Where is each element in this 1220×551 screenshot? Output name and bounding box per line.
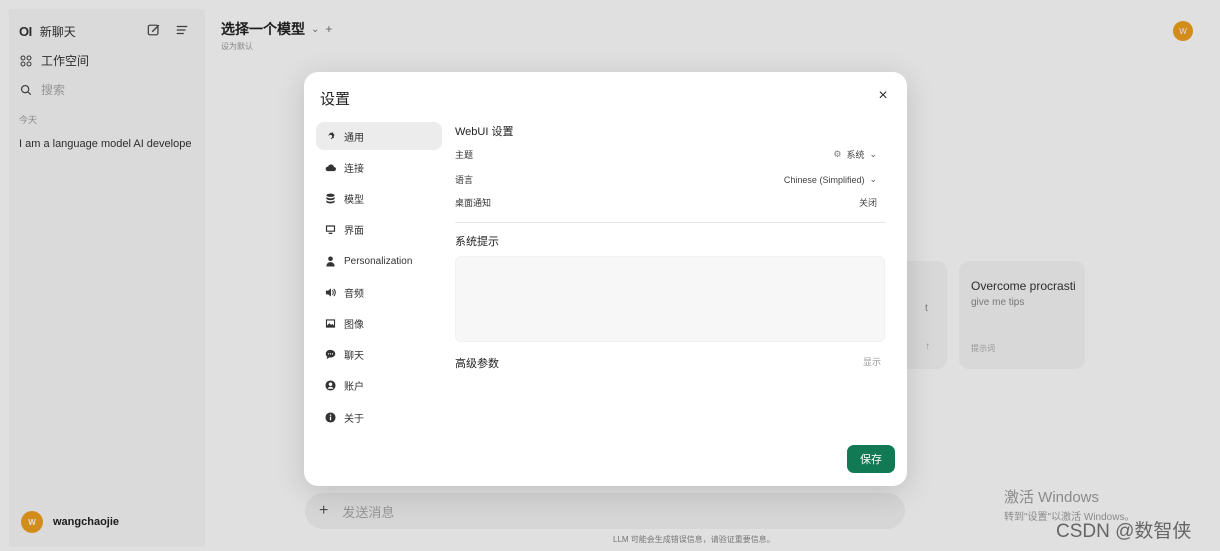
advanced-params-row: 高级参数 显示 [455,355,885,371]
tab-personalization[interactable]: Personalization [316,247,442,275]
tab-about[interactable]: 关于 [316,403,442,431]
tab-label: 聊天 [344,350,364,362]
advanced-params-title: 高级参数 [455,358,499,370]
tab-interface[interactable]: 界面 [316,215,442,243]
tab-images[interactable]: 图像 [316,309,442,337]
tab-label: 界面 [344,225,364,237]
tab-label: Personalization [344,255,413,267]
speaker-icon [325,287,336,297]
theme-value: 系统 [846,150,865,160]
person-icon [326,255,335,267]
theme-row: 主题 ⚙ 系统 ⌄ [455,148,885,161]
tab-label: 音频 [344,288,364,300]
tab-label: 关于 [344,413,364,425]
system-prompt-textarea[interactable] [455,256,885,342]
system-prompt-title: 系统提示 [455,236,499,248]
chevron-down-icon: ⌄ [869,174,877,184]
tab-label: 通用 [344,132,364,144]
tab-models[interactable]: 模型 [316,184,442,212]
modal-title: 设置 [320,91,351,108]
webui-settings-title: WebUI 设置 [455,126,514,138]
language-value: Chinese (Simplified) [783,174,865,185]
tab-label: 账户 [344,381,364,393]
gear-icon [328,130,335,139]
language-select[interactable]: Chinese (Simplified) ⌄ [784,174,885,185]
theme-select[interactable]: ⚙ 系统 ⌄ [833,148,885,161]
user-circle-icon [325,379,336,391]
info-icon [325,411,336,423]
tab-label: 模型 [344,194,364,206]
monitor-icon [325,224,336,234]
theme-label: 主题 [455,150,474,160]
chat-bubble-icon [325,349,336,359]
watermark-title: 激活 Windows [1004,489,1100,506]
tab-audio[interactable]: 音频 [316,278,442,306]
settings-modal: 设置 × 通用 连接 模型 界面 Personalization 音频 图像 聊… [304,72,907,486]
tab-label: 图像 [344,319,364,331]
gear-icon: ⚙ [833,149,842,159]
tab-label: 连接 [344,163,364,175]
save-button[interactable]: 保存 [847,445,895,473]
divider [455,222,885,223]
chevron-down-icon: ⌄ [869,149,877,159]
language-row: 语言 Chinese (Simplified) ⌄ [455,173,885,186]
language-label: 语言 [455,175,474,185]
tab-connections[interactable]: 连接 [316,153,442,181]
image-icon [325,318,336,328]
cloud-icon [325,163,336,171]
tab-general[interactable]: 通用 [316,122,442,150]
advanced-params-toggle[interactable]: 显示 [863,355,885,371]
notification-row: 桌面通知 关闭 [455,196,885,209]
general-settings-panel: WebUI 设置 主题 ⚙ 系统 ⌄ 语言 Chinese (Simplifie… [455,72,885,486]
csdn-watermark: CSDN @数智侠 [1056,521,1192,542]
notification-toggle[interactable]: 关闭 [859,196,885,209]
notification-label: 桌面通知 [455,198,492,208]
tab-chats[interactable]: 聊天 [316,340,442,368]
tab-account[interactable]: 账户 [316,371,442,399]
database-icon [326,193,335,203]
